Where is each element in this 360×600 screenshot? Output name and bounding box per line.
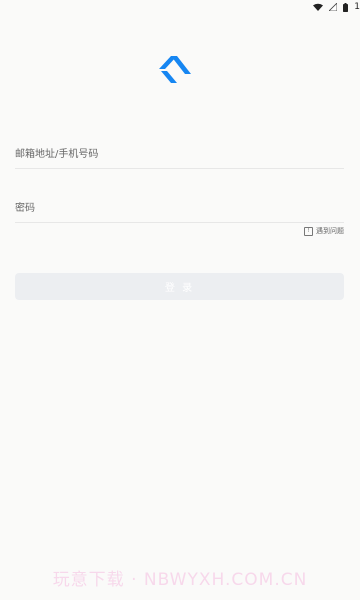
help-link[interactable]: ! 遇到问题	[304, 226, 344, 236]
battery-icon	[343, 2, 349, 12]
help-icon: !	[304, 226, 313, 236]
account-input[interactable]	[15, 142, 344, 167]
logo-icon	[158, 55, 192, 83]
login-button[interactable]: 登 录	[15, 273, 344, 300]
watermark: 玩意下载 · NBWYXH.COM.CN	[52, 570, 308, 590]
signal-icon	[329, 3, 338, 11]
password-input[interactable]	[15, 196, 344, 221]
status-bar: 1	[0, 0, 360, 14]
status-time: 1	[354, 2, 360, 12]
login-button-label: 登 录	[164, 283, 195, 294]
password-field	[15, 196, 344, 223]
help-label: 遇到问题	[316, 227, 344, 235]
wifi-icon	[313, 3, 324, 11]
status-icons: 1	[313, 1, 360, 13]
account-field	[15, 142, 344, 169]
